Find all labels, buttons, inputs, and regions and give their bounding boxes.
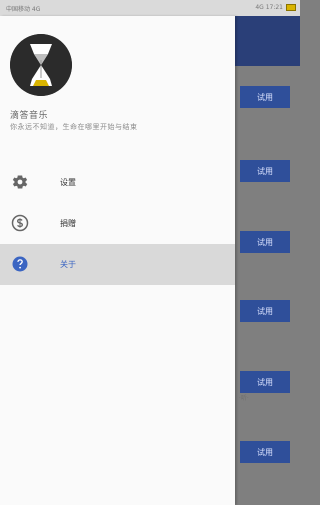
carrier-text: 中国移动 4G	[6, 6, 41, 13]
trial-button[interactable]: 试用	[240, 86, 290, 108]
trial-button[interactable]: 试用	[240, 371, 290, 393]
battery-icon	[286, 4, 296, 11]
navigation-drawer: 滴答音乐 你永远不知道，生命在哪里开始与结束 设置 捐赠 关于	[0, 16, 235, 505]
gear-icon	[12, 175, 28, 189]
app-name: 滴答音乐	[10, 111, 49, 121]
menu-item-about[interactable]: 关于	[0, 244, 235, 285]
background-note: ·听·	[239, 395, 249, 402]
hourglass-icon	[10, 34, 72, 96]
menu-item-label: 关于	[60, 260, 76, 269]
menu-item-label: 捐赠	[60, 219, 76, 228]
avatar[interactable]	[10, 34, 72, 96]
status-time: 4G 17:21	[255, 4, 283, 11]
donate-icon	[11, 214, 29, 232]
trial-button[interactable]: 试用	[240, 160, 290, 182]
help-icon	[12, 256, 28, 272]
trial-button[interactable]: 试用	[240, 300, 290, 322]
main-toolbar	[235, 16, 300, 66]
status-bar: 中国移动 4G 4G 17:21	[0, 0, 300, 16]
tagline: 你永远不知道，生命在哪里开始与结束	[10, 123, 138, 131]
menu-item-settings[interactable]: 设置	[0, 162, 235, 203]
trial-button[interactable]: 试用	[240, 441, 290, 463]
menu-item-donate[interactable]: 捐赠	[0, 203, 235, 244]
menu-item-label: 设置	[60, 178, 76, 187]
status-right: 4G 17:21	[255, 4, 296, 11]
main-content-dimmed[interactable]	[235, 66, 300, 505]
trial-button[interactable]: 试用	[240, 231, 290, 253]
